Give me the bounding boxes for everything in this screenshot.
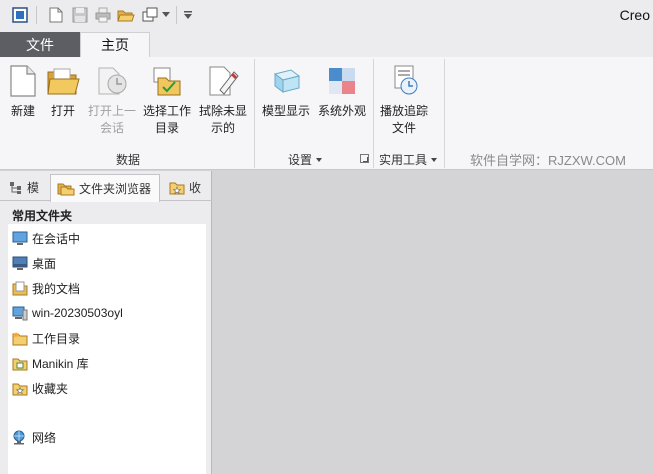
documents-icon [12, 280, 28, 296]
tab-file[interactable]: 文件 [0, 32, 80, 57]
utilities-group-label: 实用工具 [379, 153, 428, 167]
customize-toolbar-icon[interactable] [180, 5, 196, 25]
dialog-launcher-icon[interactable] [360, 154, 369, 163]
print-icon[interactable] [93, 5, 113, 25]
tab-home[interactable]: 主页 [80, 32, 150, 57]
open-folder-icon[interactable] [116, 5, 136, 25]
new-file-icon[interactable] [46, 5, 66, 25]
chevron-down-icon[interactable] [160, 5, 172, 25]
watermark-text: 软件自学网：RJZXW.COM [470, 153, 626, 168]
open-button[interactable]: 打开 [44, 63, 82, 120]
list-item-computer[interactable]: win-20230503oyl [12, 302, 123, 324]
tab-model-tree[interactable]: 模 [4, 174, 46, 201]
open-folder-icon [46, 63, 80, 99]
folder-browser-icon [57, 182, 75, 196]
model-display-icon [269, 63, 303, 99]
system-appearance-button[interactable]: 系统外观 [316, 63, 368, 120]
open-last-session-button[interactable]: 打开上一 会话 [86, 63, 138, 137]
new-document-icon [6, 63, 40, 99]
window-switch-icon[interactable] [140, 5, 160, 25]
common-folders-heading: 常用文件夹 [12, 209, 73, 223]
tab-favorites[interactable]: 收 [163, 174, 209, 201]
list-item-network[interactable]: 网络 [12, 426, 56, 448]
select-working-directory-button[interactable]: 选择工作 目录 [141, 63, 193, 137]
settings-group-menu[interactable]: 设置 [288, 151, 323, 168]
navigator-panel: 模 文件夹浏览器 收 常用文件夹 在会话中 桌面 我的文档 win-202305… [0, 171, 212, 474]
list-item-in-session[interactable]: 在会话中 [12, 227, 80, 249]
last-session-icon [95, 63, 129, 99]
model-display-button[interactable]: 模型显示 [260, 63, 312, 120]
list-item-favorites[interactable]: 收藏夹 [12, 377, 68, 399]
favorites-icon [169, 181, 185, 195]
trail-file-icon [387, 63, 421, 99]
library-icon [12, 355, 28, 371]
favorites-icon [12, 380, 28, 396]
list-item-my-documents[interactable]: 我的文档 [12, 277, 80, 299]
chevron-down-icon [316, 157, 323, 162]
ribbon-tabs: 文件 主页 [0, 32, 653, 57]
chevron-down-icon [431, 157, 438, 162]
navigator-tabs: 模 文件夹浏览器 收 [0, 171, 212, 202]
settings-group-label: 设置 [288, 153, 313, 167]
quick-access-toolbar: Creo [0, 0, 653, 32]
monitor-icon [12, 230, 28, 246]
ribbon: 新建 打开 打开上一 会话 选择工作 目录 拭除未显 示的 数据 模型显示 系统… [0, 57, 653, 170]
app-title: Creo [619, 7, 650, 23]
play-trail-file-button[interactable]: 播放追踪 文件 [378, 63, 430, 137]
data-group-label: 数据 [116, 153, 141, 167]
model-tree-icon [9, 181, 23, 195]
utilities-group-menu[interactable]: 实用工具 [379, 151, 438, 168]
network-icon [12, 429, 28, 445]
common-folders-list: 在会话中 桌面 我的文档 win-20230503oyl 工作目录 Maniki… [8, 224, 206, 474]
desktop-icon [12, 255, 28, 271]
computer-icon [12, 305, 28, 321]
working-directory-icon [150, 63, 184, 99]
list-item-desktop[interactable]: 桌面 [12, 252, 56, 274]
list-item-working-directory[interactable]: 工作目录 [12, 327, 80, 349]
graphics-area[interactable] [213, 171, 653, 474]
working-directory-icon [12, 330, 28, 346]
save-icon[interactable] [70, 5, 90, 25]
eraser-icon [206, 63, 240, 99]
system-appearance-icon [325, 63, 359, 99]
list-item-manikin-library[interactable]: Manikin 库 [12, 352, 89, 374]
app-menu-icon[interactable] [10, 5, 30, 25]
tab-folder-browser[interactable]: 文件夹浏览器 [50, 174, 160, 202]
erase-not-displayed-button[interactable]: 拭除未显 示的 [197, 63, 249, 137]
new-button[interactable]: 新建 [6, 63, 40, 120]
